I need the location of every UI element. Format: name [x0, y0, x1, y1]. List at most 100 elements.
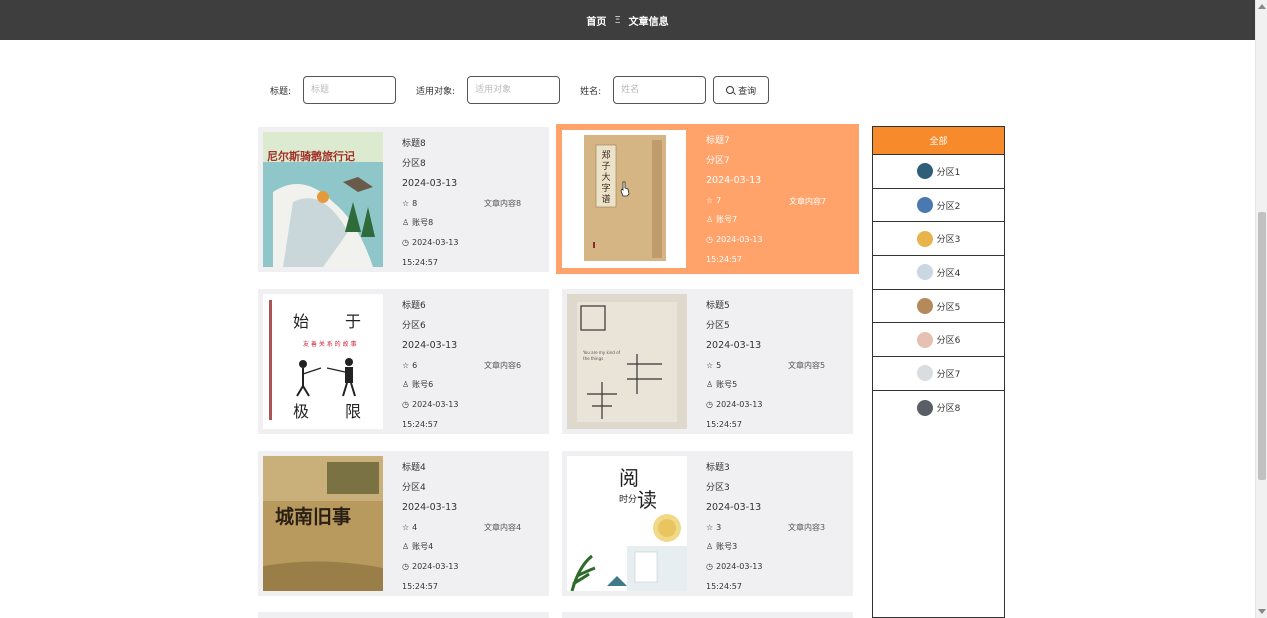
scrollbar-thumb[interactable] [1258, 212, 1266, 480]
card-content: 文章内容6 [484, 361, 522, 370]
card-stars: 7 [716, 195, 722, 205]
svg-text:大: 大 [601, 171, 610, 183]
card-account: 账号5 [716, 380, 738, 390]
article-card[interactable]: 友 善 关 系 的 故 事 始 于 极 限 标题6 分区6 2024-03-13… [258, 289, 549, 434]
cover-char-yue: 阅 [619, 466, 639, 490]
zone-thumbnail-image [916, 298, 933, 315]
user-icon: ♙ [402, 380, 410, 390]
name-input[interactable] [613, 76, 707, 104]
target-input[interactable] [467, 76, 561, 104]
book-cover-art: 友 善 关 系 的 故 事 [263, 294, 383, 429]
article-card[interactable]: 尼尔斯骑鹅旅行记 标题8 分区8 2024-03-13 ☆ 8 ♙ 账号8 ◷ 202… [258, 127, 549, 272]
cover-char-3: 极 [293, 402, 310, 421]
query-button[interactable]: 查询 [713, 76, 770, 104]
clock-icon: ◷ [706, 234, 713, 244]
card-zone: 分区4 [402, 482, 426, 493]
zone-all-button[interactable]: 全部 [873, 127, 1004, 155]
svg-text:子: 子 [601, 161, 610, 172]
breadcrumb-separator: Ξ [614, 14, 621, 26]
title-input[interactable] [303, 76, 397, 104]
user-icon: ♙ [402, 542, 410, 552]
scroll-down-arrow-icon[interactable] [1258, 609, 1266, 614]
card-stars: 4 [412, 522, 418, 532]
zone-item-label: 分区6 [936, 336, 961, 347]
article-card-partial[interactable] [258, 612, 549, 618]
zone-item[interactable]: 分区2 [873, 189, 1004, 223]
card-info: 标题8 分区8 2024-03-13 ☆ 8 ♙ 账号8 ◷ 2024-03-13 1… [402, 137, 458, 274]
svg-text:字: 字 [601, 182, 610, 194]
card-stars: 5 [716, 360, 722, 370]
star-icon: ☆ [706, 522, 714, 532]
card-account: 账号6 [412, 380, 434, 390]
card-time: 15:24:57 [402, 419, 438, 429]
card-zone: 分区6 [402, 320, 426, 331]
zone-item[interactable]: 分区8 [873, 391, 1004, 425]
zone-item[interactable]: 分区1 [873, 155, 1004, 189]
top-nav-bar: 首页 Ξ 文章信息 [0, 0, 1255, 40]
zone-item-label: 分区7 [936, 369, 961, 380]
article-card-active[interactable]: 郑 子 大 字 谱 标题7 分区7 2024-03-13 ☆ 7 ♙ 账号7 ◷ 20… [556, 124, 859, 274]
card-info: 标题3 分区3 2024-03-13 ☆ 3 ♙ 账号3 ◷ 2024-03-13 1… [706, 461, 762, 598]
star-icon: ☆ [402, 198, 410, 208]
card-date: 2024-03-13 [402, 178, 458, 190]
clock-icon: ◷ [706, 399, 713, 409]
card-title: 标题5 [706, 301, 730, 311]
card-time-date: 2024-03-13 [715, 399, 763, 409]
card-time-date: 2024-03-13 [411, 399, 459, 409]
book-cover-image: 友 善 关 系 的 故 事 始 于 极 限 [263, 294, 383, 429]
zone-item-label: 分区5 [936, 302, 961, 313]
book-cover-art: You are my kind of the things [567, 294, 687, 429]
card-date: 2024-03-13 [402, 502, 458, 514]
card-time: 15:24:57 [706, 254, 742, 264]
card-date: 2024-03-13 [706, 340, 762, 352]
card-time-date: 2024-03-13 [411, 237, 459, 247]
article-card[interactable]: 阅 读 时分 标题3 分区3 2024-03-13 ☆ 3 ♙ 账号3 ◷ 2024-… [562, 451, 853, 596]
book-cover-image: 城南旧事 [263, 456, 383, 591]
svg-text:谱: 谱 [601, 193, 610, 205]
book-cover-image: 阅 读 时分 [567, 456, 687, 591]
name-label: 姓名: [580, 86, 602, 97]
article-card[interactable]: You are my kind of the things 标题5 分区5 20… [562, 289, 853, 434]
card-info: 标题7 分区7 2024-03-13 ☆ 7 ♙ 账号7 ◷ 2024-03-13 1… [706, 134, 762, 271]
zone-item[interactable]: 分区5 [873, 290, 1004, 324]
zone-thumbnail-image [916, 230, 933, 247]
card-time: 15:24:57 [706, 419, 742, 429]
scroll-up-arrow-icon[interactable] [1258, 4, 1266, 9]
card-info: 标题6 分区6 2024-03-13 ☆ 6 ♙ 账号6 ◷ 2024-03-13 1… [402, 299, 458, 436]
card-time-date: 2024-03-13 [411, 561, 459, 571]
card-title: 标题4 [402, 463, 426, 473]
zone-item[interactable]: 分区7 [873, 357, 1004, 391]
zone-item[interactable]: 分区6 [873, 323, 1004, 358]
book-cover-image: 郑 子 大 字 谱 [562, 130, 686, 268]
search-icon [726, 86, 735, 94]
cover-char-2: 于 [345, 312, 362, 331]
card-zone: 分区7 [706, 155, 730, 166]
card-content: 文章内容5 [788, 361, 826, 370]
svg-text:the things: the things [583, 356, 603, 361]
card-account: 账号7 [716, 215, 738, 225]
mouse-pointer-hand-icon [620, 181, 630, 197]
breadcrumb-home[interactable]: 首页 [586, 13, 606, 28]
article-card[interactable]: 城南旧事 标题4 分区4 2024-03-13 ☆ 4 ♙ 账号4 ◷ 2024-03… [258, 451, 549, 596]
query-button-label: 查询 [738, 86, 757, 97]
zone-item[interactable]: 分区3 [873, 222, 1004, 257]
zone-sidebar: 全部 分区1 分区2 分区3 分区4 分区5 分区6 分区7 分区8 [872, 126, 1005, 618]
card-time: 15:24:57 [402, 257, 438, 267]
card-date: 2024-03-13 [706, 502, 762, 514]
page-scrollbar[interactable] [1255, 0, 1267, 618]
card-time: 15:24:57 [402, 581, 438, 591]
zone-thumbnail-image [916, 399, 933, 416]
user-icon: ♙ [706, 380, 714, 390]
article-card-partial[interactable] [562, 612, 853, 618]
card-date: 2024-03-13 [706, 175, 762, 187]
zone-item[interactable]: 分区4 [873, 256, 1004, 290]
user-icon: ♙ [706, 215, 714, 225]
card-stars: 8 [412, 198, 418, 208]
book-cover-title: 城南旧事 [275, 506, 352, 528]
svg-text:友 善 关 系 的 故 事: 友 善 关 系 的 故 事 [303, 340, 356, 348]
card-time-date: 2024-03-13 [715, 234, 763, 244]
zone-thumbnail-image [916, 331, 933, 348]
card-zone: 分区8 [402, 158, 426, 169]
card-zone: 分区3 [706, 482, 730, 493]
search-bar: 标题: 适用对象: 姓名: 查询 [270, 76, 770, 104]
